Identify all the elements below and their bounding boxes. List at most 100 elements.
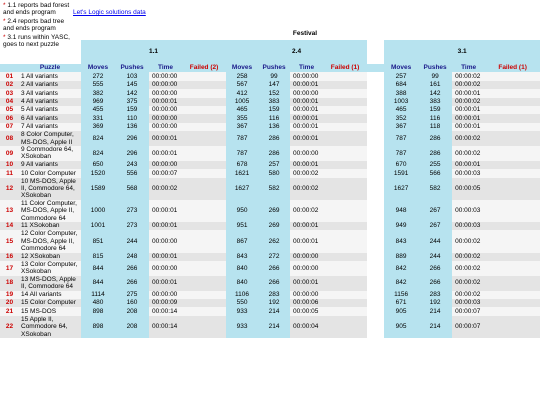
table-row: 05 5 All variants 455 159 00:00:00 465 159 00:0… <box>0 105 540 115</box>
time-cell: 00:00:01 <box>149 131 182 146</box>
note-item: * 2.4 reports bad tree and ends program <box>3 18 71 33</box>
time-cell: 00:00:01 <box>452 89 486 98</box>
column-header-time: Time <box>290 64 324 73</box>
time-cell: 00:00:02 <box>290 169 324 178</box>
pushes-cell: 214 <box>258 315 291 338</box>
time-cell: 00:00:03 <box>452 169 486 178</box>
moves-cell: 1000 <box>81 199 115 222</box>
time-cell: 00:00:01 <box>290 160 324 170</box>
moves-cell: 257 <box>384 72 419 81</box>
moves-cell: 331 <box>81 114 115 123</box>
moves-cell: 465 <box>384 105 419 115</box>
moves-cell: 555 <box>81 80 115 90</box>
puzzle-name: 7 All variants <box>19 122 81 132</box>
moves-cell: 840 <box>226 275 259 291</box>
moves-cell: 367 <box>384 122 419 132</box>
column-gap <box>367 298 385 308</box>
column-gap <box>367 89 385 98</box>
table-row: 02 2 All variants 555 145 00:00:00 567 147 00:0… <box>0 80 540 90</box>
column-gap <box>367 315 385 338</box>
pushes-cell: 286 <box>258 131 291 146</box>
table-row: 22 15 Apple II, Commodore 64, XSokoban 898… <box>0 315 540 338</box>
row-number: 04 <box>0 97 19 106</box>
puzzle-name: 11 Color Computer, MS-DOS, Apple II, Com… <box>19 199 81 222</box>
program-title: Festival <box>292 30 318 37</box>
pushes-cell: 383 <box>418 97 453 106</box>
moves-cell: 1003 <box>384 97 419 106</box>
time-cell: 00:00:03 <box>452 199 486 222</box>
failed-cell <box>323 298 368 308</box>
time-cell: 00:00:02 <box>452 290 486 299</box>
failed-cell <box>485 105 540 115</box>
column-gap <box>367 169 385 178</box>
pushes-cell: 116 <box>418 114 453 123</box>
table-row: 06 6 All variants 331 110 00:00:00 355 116 00:0… <box>0 114 540 123</box>
time-cell: 00:00:01 <box>290 97 324 106</box>
failed-cell <box>323 122 368 132</box>
moves-cell: 1621 <box>226 169 259 178</box>
table-row: 10 9 All variants 650 243 00:00:00 678 257 00:0… <box>0 160 540 170</box>
column-header-pushes: Pushes <box>115 64 149 73</box>
moves-cell: 840 <box>226 260 259 276</box>
note-item: * 1.1 reports bad forest and ends progra… <box>3 2 71 17</box>
time-cell: 00:00:02 <box>290 177 324 200</box>
failed-cell <box>485 290 540 299</box>
time-cell: 00:00:00 <box>290 145 324 161</box>
column-gap <box>367 307 385 316</box>
failed-cell <box>323 307 368 316</box>
failed-cell <box>182 89 227 98</box>
moves-cell: 367 <box>226 122 259 132</box>
pushes-cell: 269 <box>258 199 291 222</box>
failed-cell <box>182 221 227 231</box>
results-table: 1.1 2.4 3.1 Puzzle Moves Pushes Time Fai… <box>0 40 540 338</box>
solutions-data-link[interactable]: Let's Logic solutions data <box>73 9 146 16</box>
failed-cell <box>323 275 368 291</box>
table-row: 04 4 All variants 969 375 00:00:01 1005 383 00:… <box>0 97 540 106</box>
failed-cell <box>485 114 540 123</box>
time-cell: 00:00:01 <box>290 275 324 291</box>
puzzle-name: 2 All variants <box>19 80 81 90</box>
pushes-cell: 214 <box>258 307 291 316</box>
time-cell: 00:00:01 <box>452 160 486 170</box>
moves-cell: 412 <box>226 89 259 98</box>
pushes-cell: 266 <box>418 275 453 291</box>
time-cell: 00:00:01 <box>149 145 182 161</box>
table-row: 13 11 Color Computer, MS-DOS, Apple II, C… <box>0 199 540 222</box>
moves-cell: 1520 <box>81 169 115 178</box>
column-gap <box>367 131 385 146</box>
time-cell: 00:00:00 <box>290 260 324 276</box>
row-number: 14 <box>0 221 19 231</box>
time-cell: 00:00:02 <box>452 145 486 161</box>
failed-cell <box>485 72 540 81</box>
row-number: 10 <box>0 160 19 170</box>
row-number: 05 <box>0 105 19 115</box>
time-cell: 00:00:00 <box>149 72 182 81</box>
pushes-cell: 255 <box>418 160 453 170</box>
table-row: 08 8 Color Computer, MS-DOS, Apple II 824 2… <box>0 131 540 146</box>
moves-cell: 352 <box>384 114 419 123</box>
moves-cell: 1106 <box>226 290 259 299</box>
failed-cell <box>485 275 540 291</box>
row-number: 16 <box>0 252 19 261</box>
time-cell: 00:00:01 <box>290 80 324 90</box>
pushes-cell: 214 <box>418 315 453 338</box>
time-cell: 00:00:01 <box>290 122 324 132</box>
pushes-cell: 266 <box>115 260 149 276</box>
puzzle-name: 8 Color Computer, MS-DOS, Apple II <box>19 131 81 146</box>
note-text: 2.4 reports bad tree and ends program <box>3 18 65 33</box>
note-asterisk: * <box>3 2 6 9</box>
table-row: 21 15 MS-DOS 898 208 00:00:14 933 214 00:00:05 9… <box>0 307 540 316</box>
failed-cell <box>323 177 368 200</box>
puzzle-name: 1 All variants <box>19 72 81 81</box>
moves-cell: 787 <box>226 131 259 146</box>
time-cell: 00:00:00 <box>149 160 182 170</box>
pushes-cell: 266 <box>258 260 291 276</box>
pushes-cell: 208 <box>115 307 149 316</box>
pushes-cell: 152 <box>258 89 291 98</box>
puzzle-name: 10 MS-DOS, Apple II, Commodore 64, XSoko… <box>19 177 81 200</box>
pushes-cell: 566 <box>418 169 453 178</box>
moves-cell: 382 <box>81 89 115 98</box>
pushes-cell: 375 <box>115 97 149 106</box>
pushes-cell: 273 <box>115 199 149 222</box>
pushes-cell: 214 <box>418 307 453 316</box>
